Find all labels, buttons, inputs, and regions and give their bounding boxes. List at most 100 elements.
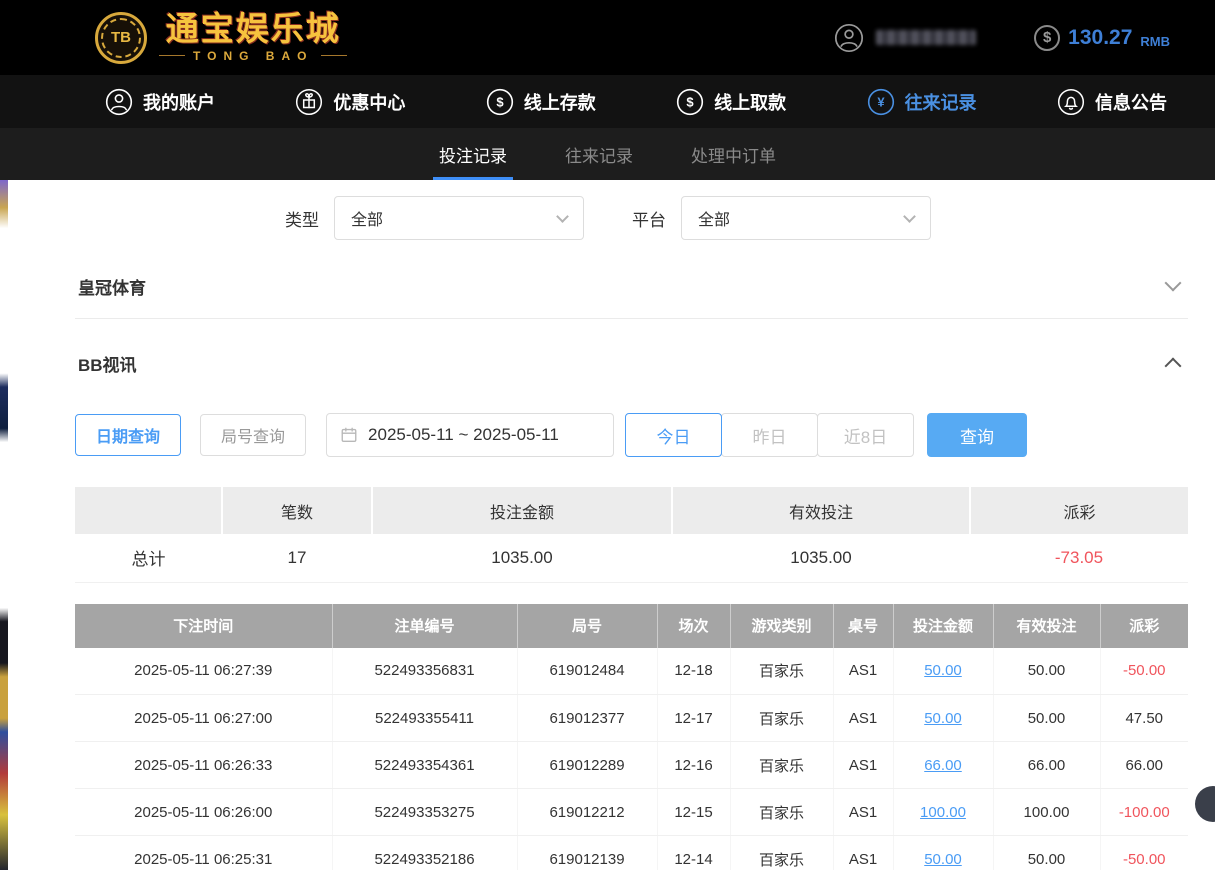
- bet-amount-link[interactable]: 50.00: [924, 851, 962, 868]
- game-type-cell: 百家乐: [730, 789, 833, 836]
- chevron-up-icon[interactable]: [1165, 358, 1182, 375]
- bet-amount-cell: 50.00: [893, 695, 993, 742]
- withdraw-coin-icon: $: [676, 88, 704, 116]
- bet-amount-link[interactable]: 66.00: [924, 757, 962, 774]
- round-id-cell: 619012289: [517, 742, 657, 789]
- round-id-cell: 619012377: [517, 695, 657, 742]
- bet-table-row: 2025-05-11 06:26:33522493354361619012289…: [75, 742, 1188, 789]
- payout-cell: 47.50: [1100, 695, 1188, 742]
- calendar-icon: [340, 426, 358, 444]
- balance-amount: 130.27: [1068, 26, 1132, 50]
- session-cell: 12-15: [657, 789, 730, 836]
- balance-display[interactable]: $ 130.27 RMB: [1034, 25, 1170, 51]
- header-valid-bet: 有效投注: [993, 604, 1100, 648]
- search-button[interactable]: 查询: [927, 413, 1027, 457]
- session-cell: 12-17: [657, 695, 730, 742]
- yesterday-button[interactable]: 昨日: [721, 413, 818, 457]
- game-type-cell: 百家乐: [730, 742, 833, 789]
- bet-records-table: 下注时间 注单编号 局号 场次 游戏类别 桌号 投注金额 有效投注 派彩 202…: [75, 604, 1188, 870]
- order-id-cell: 522493353275: [332, 789, 517, 836]
- payout-cell: -50.00: [1100, 648, 1188, 695]
- summary-header-count: 笔数: [222, 487, 372, 534]
- table-no-cell: AS1: [833, 695, 893, 742]
- nav-item-announcements[interactable]: 信息公告: [1057, 88, 1167, 116]
- date-query-button[interactable]: 日期查询: [75, 414, 181, 456]
- bell-icon: [1057, 88, 1085, 116]
- header-round-id: 局号: [517, 604, 657, 648]
- chevron-down-icon[interactable]: [1165, 275, 1182, 292]
- user-account[interactable]: [834, 23, 976, 53]
- nav-label: 往来记录: [905, 89, 977, 115]
- bet-amount-cell: 50.00: [893, 836, 993, 870]
- nav-item-withdraw[interactable]: $ 线上取款: [676, 88, 786, 116]
- session-cell: 12-16: [657, 742, 730, 789]
- account-icon: [105, 88, 133, 116]
- records-icon: ¥: [867, 88, 895, 116]
- nav-label: 优惠中心: [333, 89, 405, 115]
- header-bet-amount: 投注金额: [893, 604, 993, 648]
- valid-bet-cell: 50.00: [993, 836, 1100, 870]
- summary-payout: -73.05: [970, 534, 1188, 582]
- summary-header-payout: 派彩: [970, 487, 1188, 534]
- section-title: 皇冠体育: [78, 274, 146, 299]
- platform-select[interactable]: 全部: [681, 196, 931, 240]
- table-no-cell: AS1: [833, 648, 893, 695]
- bet-time-cell: 2025-05-11 06:25:31: [75, 836, 332, 870]
- valid-bet-cell: 50.00: [993, 695, 1100, 742]
- summary-count: 17: [222, 534, 372, 582]
- header-table-no: 桌号: [833, 604, 893, 648]
- order-id-cell: 522493355411: [332, 695, 517, 742]
- last-8-days-button[interactable]: 近8日: [817, 413, 914, 457]
- background-edge-strip: [0, 180, 8, 870]
- summary-total-label: 总计: [75, 534, 222, 582]
- bet-time-cell: 2025-05-11 06:26:00: [75, 789, 332, 836]
- summary-header-valid-bet: 有效投注: [672, 487, 970, 534]
- summary-table: 笔数 投注金额 有效投注 派彩 总计 17 1035.00 1035.00 -7…: [75, 487, 1188, 583]
- nav-item-deposit[interactable]: $ 线上存款: [486, 88, 596, 116]
- summary-header-row: 笔数 投注金额 有效投注 派彩: [75, 487, 1188, 534]
- bet-amount-link[interactable]: 100.00: [920, 804, 966, 821]
- platform-filter-label: 平台: [632, 206, 666, 231]
- filter-row: 类型 全部 平台 全部: [285, 196, 1215, 240]
- balance-currency: RMB: [1140, 34, 1170, 51]
- bet-amount-link[interactable]: 50.00: [924, 710, 962, 727]
- header-game-type: 游戏类别: [730, 604, 833, 648]
- section-crown-sports[interactable]: 皇冠体育: [0, 266, 1215, 306]
- date-range-input[interactable]: 2025-05-11 ~ 2025-05-11: [326, 413, 614, 457]
- bet-amount-cell: 66.00: [893, 742, 993, 789]
- date-range-value: 2025-05-11 ~ 2025-05-11: [368, 425, 559, 445]
- type-select[interactable]: 全部: [334, 196, 584, 240]
- summary-valid-bet: 1035.00: [672, 534, 970, 582]
- logo-title: 通宝娱乐城: [166, 12, 341, 47]
- dollar-coin-icon: $: [1034, 25, 1060, 51]
- nav-item-promotions[interactable]: 优惠中心: [295, 88, 405, 116]
- table-no-cell: AS1: [833, 836, 893, 870]
- order-id-cell: 522493352186: [332, 836, 517, 870]
- type-filter-label: 类型: [285, 206, 319, 231]
- deposit-coin-icon: $: [486, 88, 514, 116]
- game-type-cell: 百家乐: [730, 648, 833, 695]
- section-divider: [75, 318, 1188, 319]
- chip-badge-text: TB: [111, 29, 131, 46]
- nav-item-my-account[interactable]: 我的账户: [105, 88, 215, 116]
- query-toolbar: 日期查询 局号查询 2025-05-11 ~ 2025-05-11 今日 昨日 …: [75, 413, 1215, 457]
- round-id-cell: 619012484: [517, 648, 657, 695]
- svg-text:$: $: [496, 94, 504, 109]
- content-area: 类型 全部 平台 全部 皇冠体育 BB视讯 日期查询 局号查询 2025-05-…: [0, 196, 1215, 870]
- site-logo[interactable]: TB 通宝娱乐城 TONG BAO: [95, 12, 347, 64]
- bet-amount-link[interactable]: 50.00: [924, 662, 962, 679]
- round-id-cell: 619012212: [517, 789, 657, 836]
- nav-item-transaction-records[interactable]: ¥ 往来记录: [867, 88, 977, 116]
- round-query-button[interactable]: 局号查询: [200, 414, 306, 456]
- svg-text:$: $: [687, 94, 695, 109]
- today-button[interactable]: 今日: [625, 413, 722, 457]
- payout-cell: -50.00: [1100, 836, 1188, 870]
- tab-pending-orders[interactable]: 处理中订单: [685, 128, 782, 180]
- tab-bet-records[interactable]: 投注记录: [433, 128, 513, 180]
- svg-text:¥: ¥: [877, 94, 885, 109]
- bet-table-row: 2025-05-11 06:26:00522493353275619012212…: [75, 789, 1188, 836]
- section-bb-video[interactable]: BB视讯: [0, 343, 1215, 383]
- order-id-cell: 522493354361: [332, 742, 517, 789]
- tab-transaction-records[interactable]: 往来记录: [559, 128, 639, 180]
- valid-bet-cell: 100.00: [993, 789, 1100, 836]
